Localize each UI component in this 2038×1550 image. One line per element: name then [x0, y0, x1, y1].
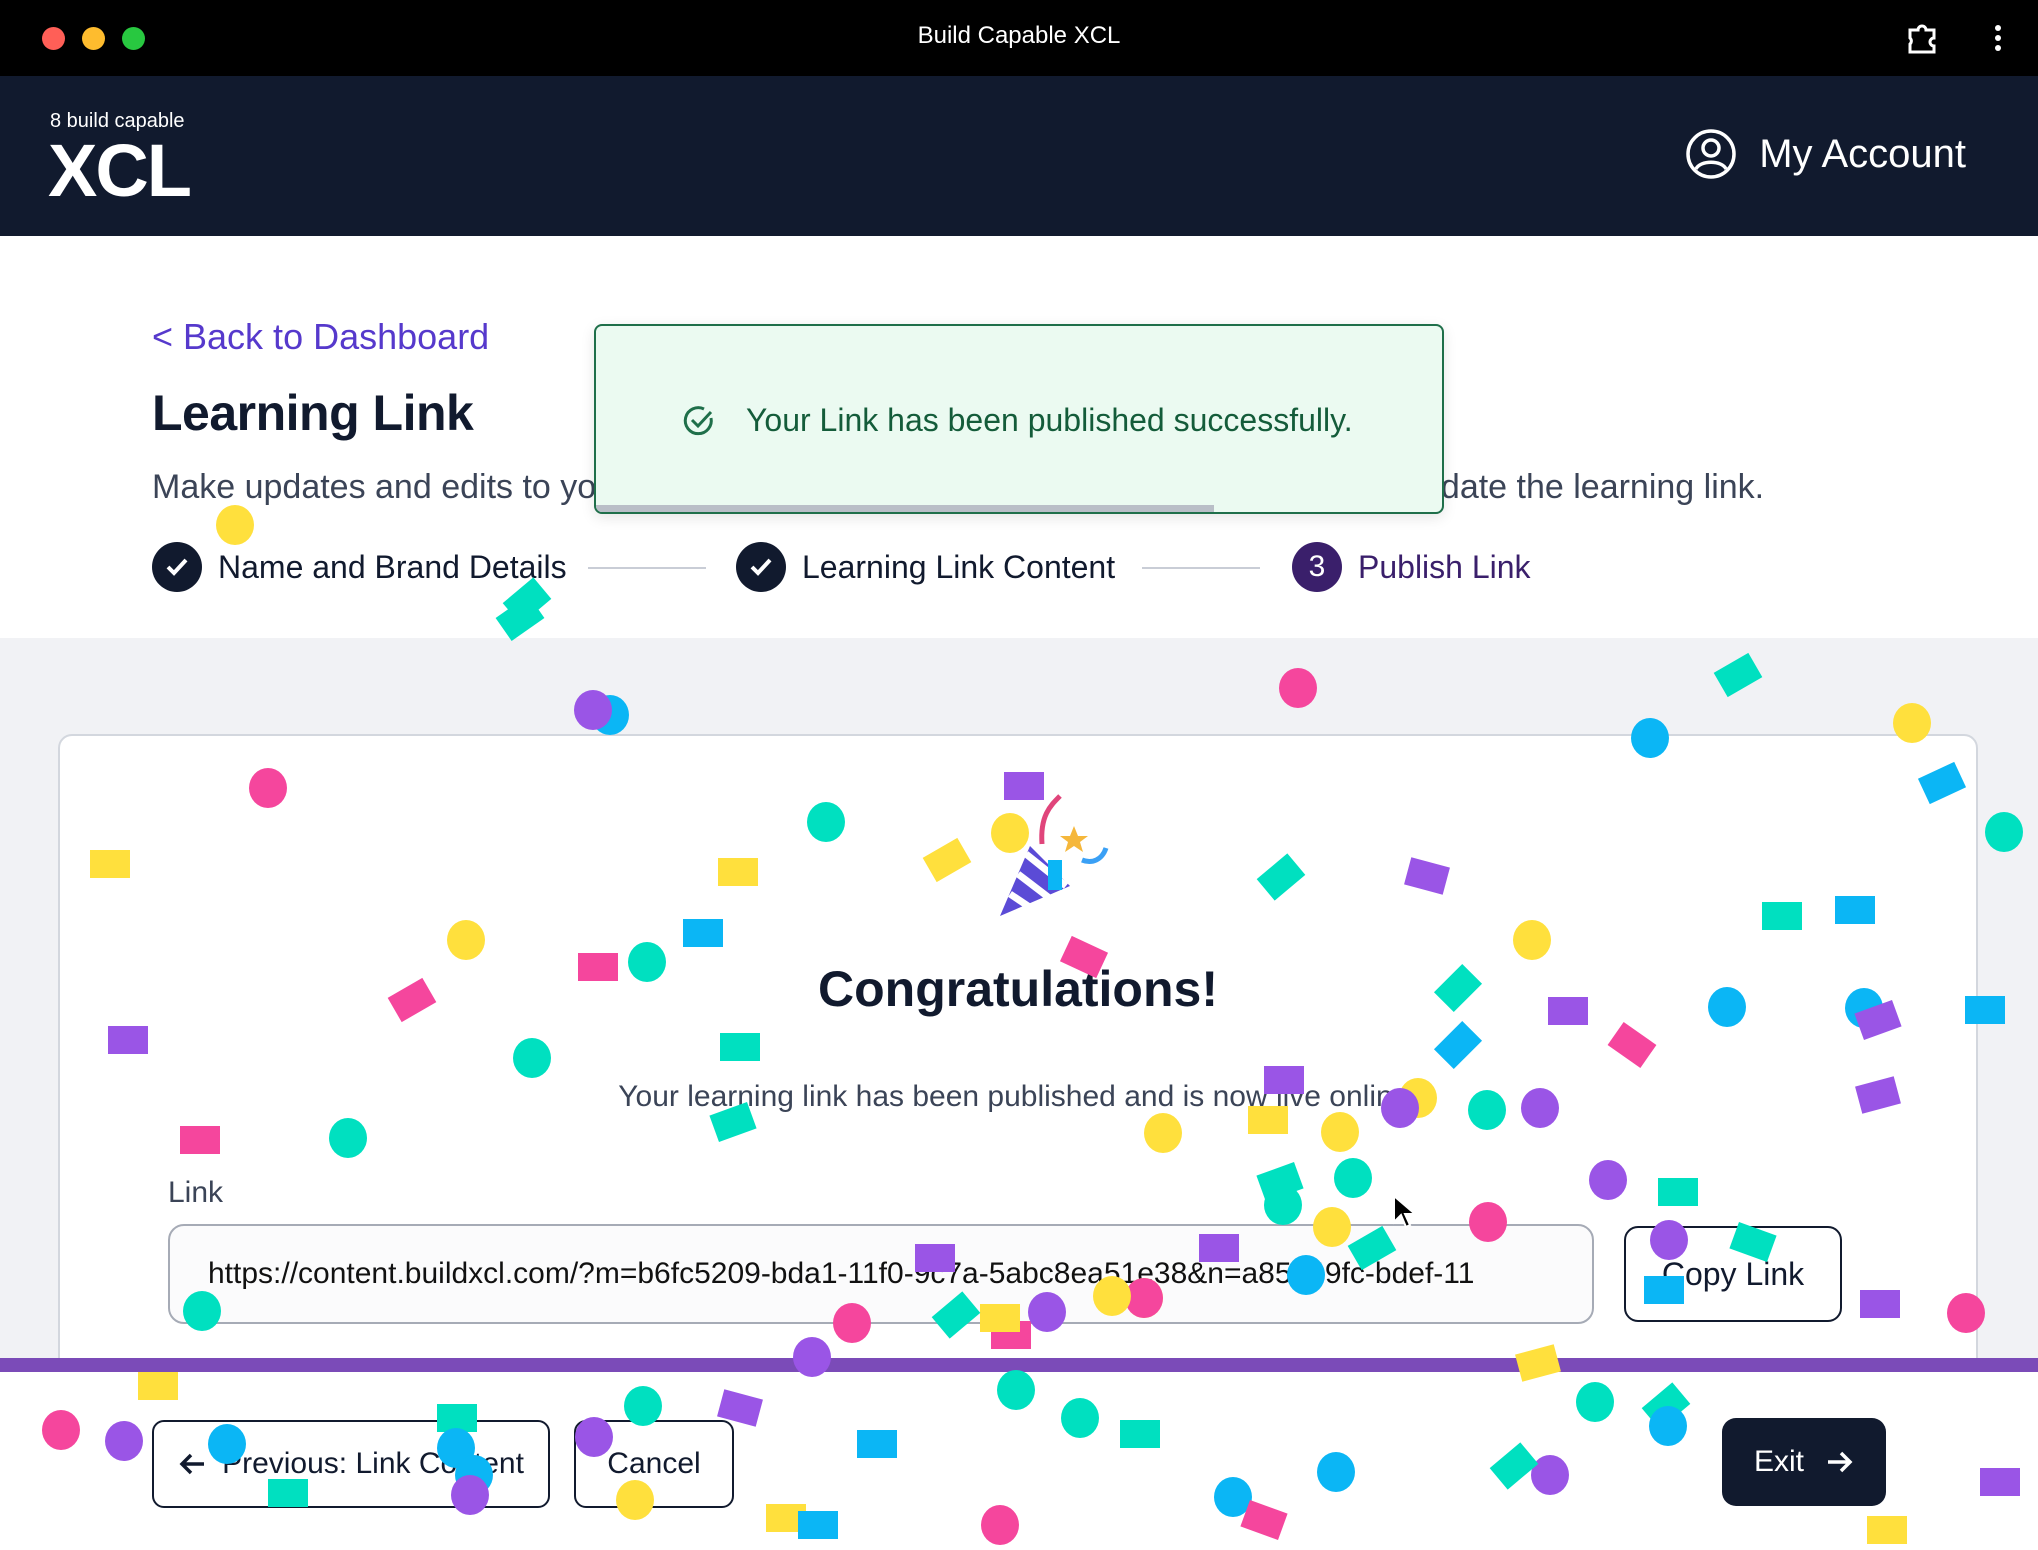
page-description: Make updates and edits to yo pdate the l… [152, 468, 1764, 507]
cancel-button[interactable]: Cancel [574, 1420, 734, 1508]
my-account-button[interactable]: My Account [1685, 128, 1966, 180]
brand-logo[interactable]: XCL [48, 134, 192, 208]
back-to-dashboard-link[interactable]: < Back to Dashboard [152, 316, 489, 358]
previous-step-label: Previous: Link Content [222, 1447, 524, 1480]
my-account-label: My Account [1759, 131, 1966, 176]
window-title: Build Capable XCL [917, 22, 1121, 49]
link-label: Link [168, 1176, 224, 1209]
toast-message: Your Link has been published successfull… [746, 402, 1353, 438]
check-circle-icon [683, 406, 713, 436]
footer-actions: Previous: Link Content Cancel Exit [0, 1372, 2038, 1550]
step-learning-link-content[interactable]: Learning Link Content [736, 542, 1115, 592]
step-label: Learning Link Content [802, 548, 1116, 585]
more-options-icon[interactable] [1988, 20, 2008, 56]
extension-icon[interactable] [1904, 20, 1940, 56]
step-connector [1142, 567, 1260, 569]
step-publish-link[interactable]: 3 Publish Link [1292, 542, 1531, 592]
toast-timer-bar [596, 505, 1214, 512]
copy-link-button[interactable]: Copy Link [1624, 1226, 1842, 1322]
step-label: Name and Brand Details [218, 548, 567, 585]
user-avatar-icon [1686, 129, 1736, 179]
check-icon [152, 542, 202, 592]
exit-button[interactable]: Exit [1722, 1418, 1886, 1506]
page-title: Learning Link [152, 385, 474, 441]
congratulations-heading: Congratulations! [818, 961, 1218, 1017]
page-description-end: pdate the learning link. [1422, 468, 1765, 506]
success-toast: Your Link has been published successfull… [594, 324, 1444, 514]
previous-step-button[interactable]: Previous: Link Content [152, 1420, 550, 1508]
congratulations-subtext: Your learning link has been published an… [618, 1080, 1418, 1113]
exit-label: Exit [1753, 1445, 1804, 1478]
step-connector [588, 567, 706, 569]
step-number: 3 [1292, 542, 1342, 592]
mouse-cursor-icon [1393, 1194, 1418, 1229]
check-icon [736, 542, 786, 592]
party-popper-icon [1000, 794, 1109, 916]
published-link-field[interactable]: https://content.buildxcl.com/?m=b6fc5209… [168, 1224, 1594, 1324]
page-description-start: Make updates and edits to yo [152, 468, 597, 506]
footer-divider [0, 1358, 2038, 1372]
step-label: Publish Link [1358, 548, 1531, 585]
arrow-left-icon [179, 1453, 205, 1475]
arrow-right-icon [1828, 1451, 1853, 1473]
step-name-and-brand[interactable]: Name and Brand Details [152, 542, 567, 592]
window-titlebar: Build Capable XCL [0, 0, 2038, 76]
app-header: 8 build capable XCL My Account [0, 76, 2038, 236]
